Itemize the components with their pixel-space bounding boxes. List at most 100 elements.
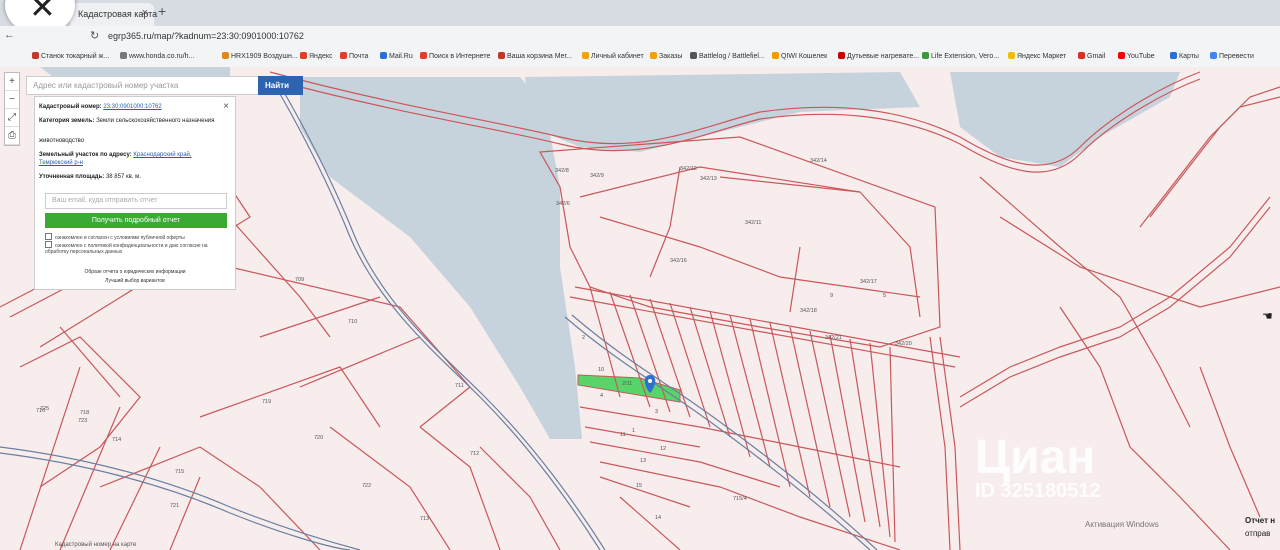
parcel-label: 5 — [883, 293, 886, 299]
search-placeholder: Адрес или кадастровый номер участка — [33, 81, 179, 90]
fullscreen-icon[interactable]: ⤢ — [5, 109, 19, 127]
report-title-fragment: Отчет н — [1245, 516, 1276, 525]
parcel-label: 715/4 — [733, 496, 747, 502]
bookmark-item[interactable]: Карты — [1170, 52, 1199, 60]
bookmark-favicon-icon — [650, 52, 657, 59]
bookmark-item[interactable]: QIWI Кошелек — [772, 52, 827, 60]
parcel-label: 723 — [78, 418, 87, 424]
watermark-text: Циан — [975, 431, 1096, 484]
bookmark-item[interactable]: Mail.Ru — [380, 52, 413, 60]
bookmark-item[interactable]: Яндекс — [300, 52, 333, 60]
bookmark-favicon-icon — [772, 52, 779, 59]
bookmark-favicon-icon — [498, 52, 505, 59]
print-icon[interactable]: ⎙ — [5, 127, 19, 145]
parcel-label: 718 — [80, 410, 89, 416]
parcel-label: 10 — [598, 367, 604, 373]
bookmark-item[interactable]: Ваша корзина Мег... — [498, 52, 572, 60]
bookmark-label: YouTube — [1127, 53, 1155, 60]
parcel-label: 342/18 — [800, 308, 817, 314]
bookmark-favicon-icon — [1078, 52, 1085, 59]
bookmark-favicon-icon — [582, 52, 589, 59]
bookmark-item[interactable]: Яндекс Маркет — [1008, 52, 1066, 60]
parcel-label: 4 — [600, 393, 603, 399]
email-field[interactable]: Ваш email, куда отправить отчет — [45, 193, 227, 209]
parcel-label: 342/8 — [555, 168, 569, 174]
bookmark-label: Заказы — [659, 53, 683, 60]
bookmark-item[interactable]: Life Extension, Vero... — [922, 52, 999, 60]
tab-bar: Кадастровая карта × + — [0, 0, 1280, 26]
bookmark-item[interactable]: HRX1909 Воздушн... — [222, 52, 298, 60]
zoom-out-button[interactable]: − — [5, 91, 19, 109]
windows-activation-text: Активация Windows — [1085, 520, 1159, 529]
bookmark-item[interactable]: Почта — [340, 52, 368, 60]
bookmark-item[interactable]: Gmail — [1078, 52, 1105, 60]
bookmark-favicon-icon — [300, 52, 307, 59]
parcel-label: 9 — [830, 293, 833, 299]
bookmark-item[interactable]: Дутьевые нагревате... — [838, 52, 919, 60]
parcel-label: 715 — [175, 469, 184, 475]
bottom-link[interactable]: Кадастровый номер на карте — [55, 542, 136, 548]
bookmark-favicon-icon — [1008, 52, 1015, 59]
parcel-label: 2/11 — [622, 381, 632, 387]
category-label: Категория земель: — [39, 118, 95, 124]
browser-tab[interactable]: Кадастровая карта × — [70, 3, 157, 26]
parcel-label: 722 — [362, 483, 371, 489]
bookmark-item[interactable]: Заказы — [650, 52, 682, 60]
parcel-label: 12 — [660, 446, 666, 452]
bookmark-label: QIWI Кошелек — [781, 53, 828, 60]
panel-link-1[interactable]: Образе отчета о юридических информации — [35, 269, 235, 275]
tab-close-icon[interactable]: × — [142, 7, 148, 19]
bookmark-favicon-icon — [380, 52, 387, 59]
new-tab-button[interactable]: + — [158, 3, 166, 19]
screen: Кадастровая карта × + ✕ ← ↻ egrp365.ru/m… — [0, 0, 1280, 550]
map-search-input[interactable]: Адрес или кадастровый номер участка — [26, 76, 260, 95]
bookmark-favicon-icon — [922, 52, 929, 59]
find-button[interactable]: Найти — [258, 76, 303, 95]
map-controls: + − ⤢ ⎙ — [4, 72, 20, 146]
consent-2-text: ознакомлен с политикой конфиденциальност… — [45, 243, 208, 255]
bookmark-favicon-icon — [1118, 52, 1125, 59]
bookmark-label: Яндекс — [309, 53, 333, 60]
panel-link-2[interactable]: Лучший выбор вариантов — [35, 278, 235, 284]
consent-checkbox-2[interactable]: ознакомлен с политикой конфиденциальност… — [45, 241, 225, 255]
parcel-label: 342/6 — [556, 201, 570, 207]
bookmark-label: Life Extension, Vero... — [931, 53, 1000, 60]
parcel-label: 713 — [420, 516, 429, 522]
bookmark-item[interactable]: Поиск в Интернете — [420, 52, 490, 60]
url-field[interactable]: egrp365.ru/map/?kadnum=23:30:0901000:107… — [108, 31, 304, 41]
bookmark-label: www.honda.co.ru/h... — [129, 53, 195, 60]
bookmark-item[interactable]: Личный кабинет — [582, 52, 644, 60]
parcel-label: 11 — [620, 432, 626, 438]
parcel-label: 709 — [295, 277, 304, 283]
bookmark-item[interactable]: Станок токарный ж... — [32, 52, 109, 60]
bookmark-item[interactable]: www.honda.co.ru/h... — [120, 52, 194, 60]
address-bar: ← ↻ egrp365.ru/map/?kadnum=23:30:0901000… — [0, 26, 1280, 47]
parcel-label: 13 — [640, 458, 646, 464]
bookmark-favicon-icon — [838, 52, 845, 59]
bookmark-item[interactable]: YouTube — [1118, 52, 1155, 60]
parcel-label: 342/9 — [590, 173, 604, 179]
bookmark-item[interactable]: Battlelog / Battlefiel... — [690, 52, 765, 60]
parcel-label: 1 — [632, 428, 635, 434]
bookmark-item[interactable]: Перевести — [1210, 52, 1254, 60]
parcel-label: 2 — [582, 335, 585, 341]
category-row: Категория земель: Земли сельскохозяйстве… — [39, 117, 225, 125]
bookmark-label: Перевести — [1219, 53, 1254, 60]
zoom-in-button[interactable]: + — [5, 73, 19, 91]
get-report-button[interactable]: Получить подробный отчет — [45, 213, 227, 228]
parcel-label: 725 — [40, 406, 49, 412]
cadastral-link[interactable]: 23:30:0901000:10762 — [103, 104, 161, 110]
parcel-label: 342/14 — [810, 158, 827, 164]
parcel-label: 342/17 — [860, 279, 877, 285]
watermark-id: ID 325180512 — [975, 480, 1101, 502]
bookmark-favicon-icon — [222, 52, 229, 59]
bookmark-label: Почта — [349, 53, 369, 60]
back-arrow-icon[interactable]: ← — [4, 29, 15, 41]
consent-checkbox-1[interactable]: ознакомлен и согласен с условиями публич… — [45, 233, 225, 241]
bookmark-label: Станок токарный ж... — [41, 53, 110, 60]
parcel-label: 342/13 — [700, 176, 717, 182]
email-placeholder: Ваш email, куда отправить отчет — [52, 197, 158, 204]
reload-icon[interactable]: ↻ — [90, 29, 99, 42]
bookmark-favicon-icon — [1170, 52, 1177, 59]
bookmark-label: Яндекс Маркет — [1017, 53, 1067, 60]
